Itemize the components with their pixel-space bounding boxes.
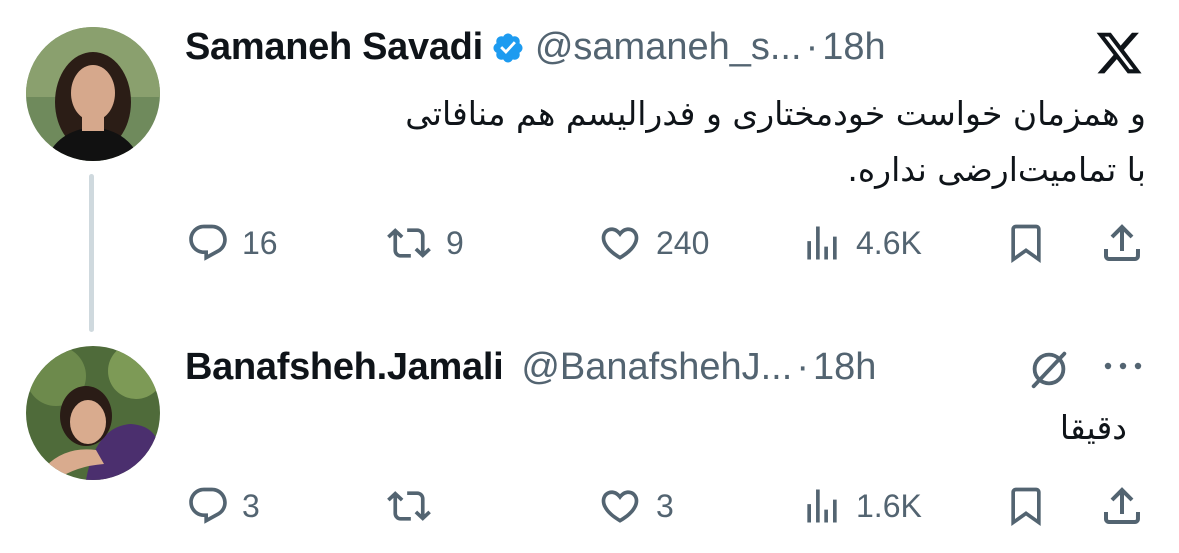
views-chart-icon bbox=[807, 226, 837, 260]
x-logo-icon bbox=[1096, 32, 1142, 74]
like-button[interactable]: 3 bbox=[596, 481, 674, 531]
separator-dot: · bbox=[796, 346, 809, 388]
repost-icon bbox=[387, 491, 431, 521]
like-button[interactable]: 240 bbox=[596, 218, 709, 268]
view-count: 1.6K bbox=[856, 487, 922, 524]
tweet-text-line: با تمامیت‌ارضی نداره. bbox=[847, 150, 1146, 189]
author-avatar-samaneh[interactable] bbox=[26, 27, 160, 161]
view-count: 4.6K bbox=[856, 224, 922, 261]
heart-icon bbox=[601, 490, 639, 523]
share-button[interactable] bbox=[1098, 218, 1146, 268]
author-name[interactable]: Banafsheh.Jamali bbox=[185, 344, 504, 390]
repost-button[interactable] bbox=[384, 481, 446, 531]
views-chart-icon bbox=[807, 489, 837, 523]
views-button[interactable]: 4.6K bbox=[800, 218, 922, 268]
verified-badge-icon[interactable] bbox=[491, 31, 525, 65]
reply-button[interactable]: 16 bbox=[186, 218, 278, 268]
share-button[interactable] bbox=[1098, 481, 1146, 531]
repost-count: 9 bbox=[446, 224, 464, 261]
repost-icon bbox=[387, 228, 431, 258]
author-avatar-banafsheh[interactable] bbox=[26, 346, 160, 480]
timestamp[interactable]: 18h bbox=[822, 24, 885, 70]
reply-icon bbox=[189, 487, 227, 524]
tweet-actions: 16 9 240 4.6K bbox=[0, 218, 1179, 268]
reply-count: 16 bbox=[242, 224, 278, 261]
bookmark-button[interactable] bbox=[1004, 218, 1048, 268]
repost-button[interactable]: 9 bbox=[384, 218, 464, 268]
heart-icon bbox=[601, 227, 639, 260]
reply-icon bbox=[189, 224, 227, 261]
like-count: 3 bbox=[656, 487, 674, 524]
grok-icon[interactable] bbox=[1026, 346, 1072, 392]
author-handle[interactable]: @BanafshehJ... bbox=[521, 344, 792, 390]
views-button[interactable]: 1.6K bbox=[800, 481, 922, 531]
tweet-text: دقیقا bbox=[727, 400, 1127, 456]
share-icon bbox=[1104, 487, 1140, 524]
tweet-actions: 3 3 1.6K bbox=[0, 481, 1179, 531]
tweet-text-line: دقیقا bbox=[1059, 408, 1127, 447]
reply-button[interactable]: 3 bbox=[186, 481, 260, 531]
tweet-text: و همزمان خواست خودمختاری و فدرالیسم هم م… bbox=[186, 86, 1146, 198]
author-name[interactable]: Samaneh Savadi bbox=[185, 24, 483, 70]
share-icon bbox=[1104, 224, 1140, 261]
bookmark-icon bbox=[1011, 224, 1041, 264]
like-count: 240 bbox=[656, 224, 710, 261]
tweet-text-line: و همزمان خواست خودمختاری و فدرالیسم هم م… bbox=[405, 94, 1146, 133]
bookmark-button[interactable] bbox=[1004, 481, 1048, 531]
author-handle[interactable]: @samaneh_s... bbox=[535, 24, 802, 70]
more-options-icon[interactable] bbox=[1100, 356, 1146, 376]
tweet-header: Banafsheh.Jamali @BanafshehJ... · 18h bbox=[185, 344, 876, 390]
separator-dot: · bbox=[805, 26, 819, 68]
reply-count: 3 bbox=[242, 487, 260, 524]
bookmark-icon bbox=[1011, 487, 1041, 527]
tweet-header: Samaneh Savadi @samaneh_s... · 18h bbox=[185, 24, 886, 70]
timestamp[interactable]: 18h bbox=[813, 344, 876, 390]
